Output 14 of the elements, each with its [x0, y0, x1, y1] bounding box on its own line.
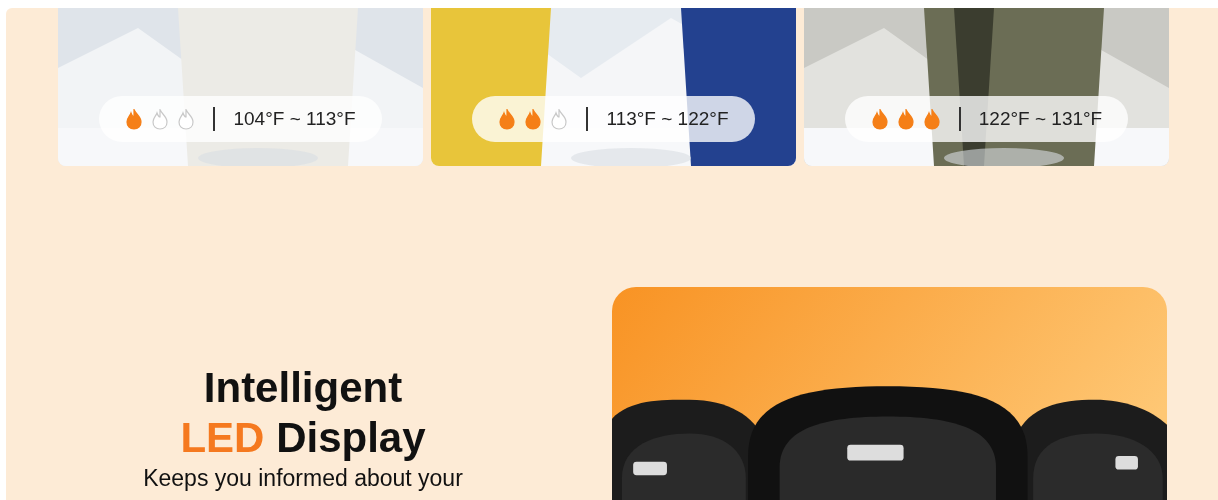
flame-icon — [524, 108, 543, 130]
temperature-range: 122°F ~ 131°F — [978, 106, 1103, 131]
feature-title: Intelligent LED Display — [180, 363, 426, 463]
flame-icon — [177, 108, 196, 130]
feature-description: Keeps you informed about your — [143, 465, 463, 491]
flame-icon — [151, 108, 170, 130]
flame-icon — [870, 108, 889, 130]
flame-icon — [896, 108, 915, 130]
flame-icon — [125, 108, 144, 130]
temperature-range: 113°F ~ 122°F — [606, 106, 729, 131]
flame-icon — [922, 108, 941, 130]
flame-icon — [550, 108, 569, 130]
flame-icon — [498, 108, 517, 130]
temperature-range: 104°F ~ 113°F — [233, 106, 356, 131]
